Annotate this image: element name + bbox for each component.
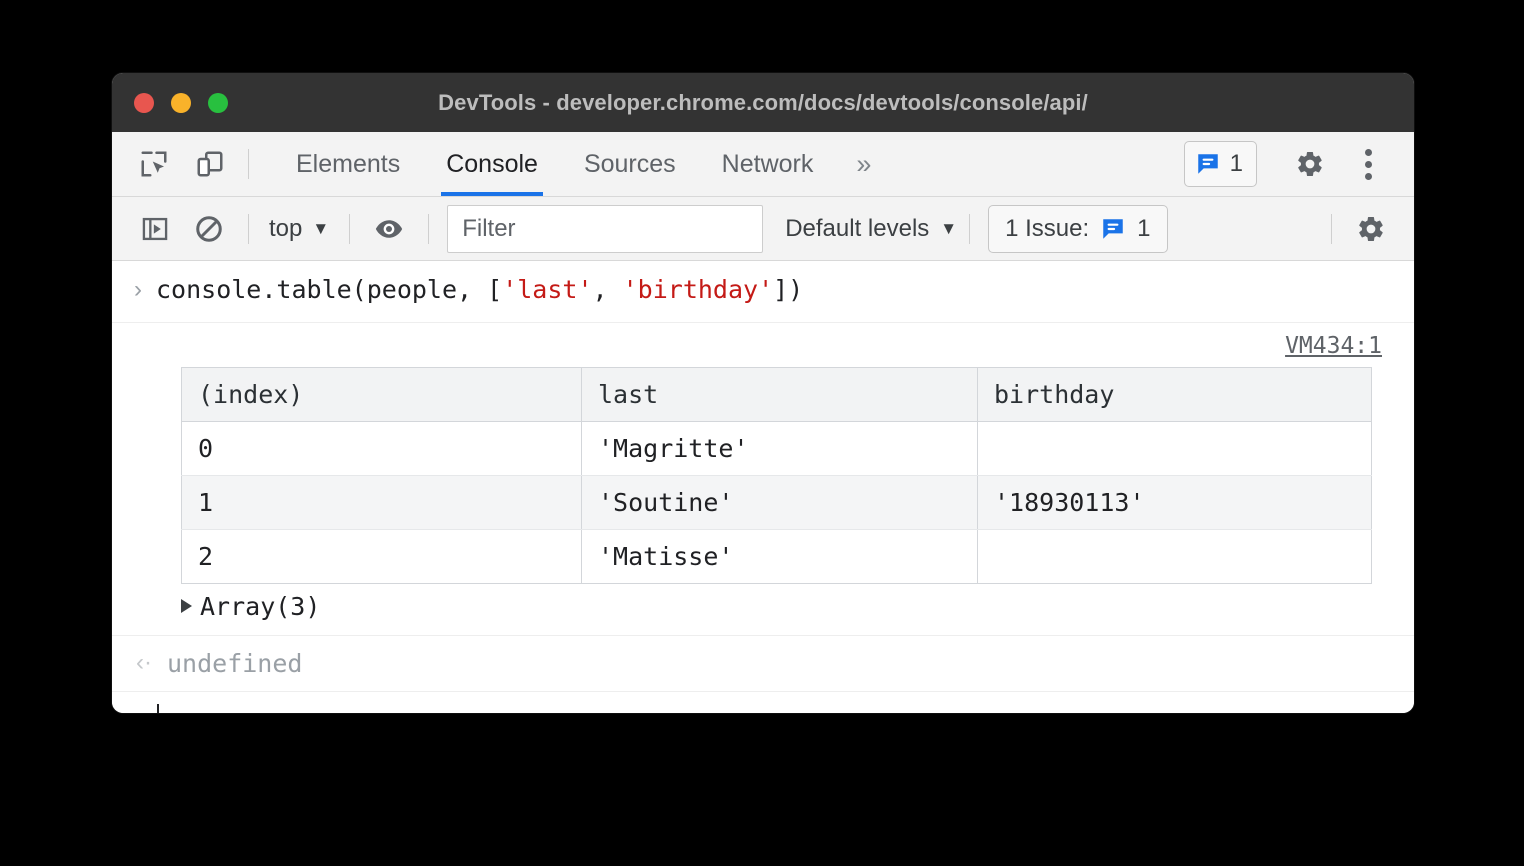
cell-birthday: [978, 529, 1372, 583]
column-header-birthday[interactable]: birthday: [978, 367, 1372, 421]
cell-index: 0: [182, 421, 582, 475]
console-command-text: console.table(people, ['last', 'birthday…: [156, 273, 803, 307]
console-sidebar-icon[interactable]: [128, 202, 182, 256]
log-levels-dropdown[interactable]: Default levels ▼: [785, 215, 957, 243]
console-table-result: VM434:1 (index) last birthday 0: [112, 323, 1414, 636]
expand-triangle-icon[interactable]: [181, 599, 192, 613]
console-table-wrapper: (index) last birthday 0 'Magritte': [134, 323, 1414, 584]
execution-context-dropdown[interactable]: top ▼: [261, 215, 337, 243]
cell-last: 'Soutine': [582, 475, 978, 529]
table-row: 2 'Matisse': [182, 529, 1372, 583]
cell-last: 'Matisse': [582, 529, 978, 583]
log-levels-label: Default levels: [785, 215, 929, 243]
issues-badge-count: 1: [1230, 150, 1243, 178]
execution-context-label: top: [269, 215, 302, 243]
gear-icon[interactable]: [1282, 136, 1338, 192]
chevron-down-icon: ▼: [940, 220, 957, 237]
kebab-menu-icon[interactable]: [1340, 136, 1396, 192]
close-button[interactable]: [134, 93, 154, 113]
filter-placeholder: Filter: [462, 215, 515, 243]
more-tabs-chevron-icon[interactable]: »: [836, 132, 891, 196]
device-toolbar-icon[interactable]: [182, 132, 238, 196]
window-controls: [134, 93, 228, 113]
live-expression-eye-icon[interactable]: [362, 202, 416, 256]
console-output: › console.table(people, ['last', 'birthd…: [112, 261, 1414, 713]
devtools-tabbar: Elements Console Sources Network » 1: [112, 132, 1414, 197]
toolbar-divider-2: [349, 214, 350, 244]
text-cursor: [157, 704, 159, 713]
minimize-button[interactable]: [171, 93, 191, 113]
array-summary-row[interactable]: Array(3): [134, 584, 1414, 635]
window-titlebar: DevTools - developer.chrome.com/docs/dev…: [112, 73, 1414, 132]
cell-birthday: '18930113': [978, 475, 1372, 529]
toolbar-divider-5: [1331, 214, 1332, 244]
column-header-index[interactable]: (index): [182, 367, 582, 421]
prompt-chevron-icon: ›: [134, 704, 143, 713]
panel-tabs: Elements Console Sources Network »: [273, 132, 891, 196]
screenshot-root: DevTools - developer.chrome.com/docs/dev…: [0, 0, 1524, 866]
cell-birthday: [978, 421, 1372, 475]
tab-elements[interactable]: Elements: [273, 132, 423, 196]
console-return-row: ‹· undefined: [112, 636, 1414, 692]
console-toolbar-actions: [1319, 202, 1414, 256]
message-bubble-icon: [1100, 216, 1126, 242]
toolbar-divider-4: [969, 214, 970, 244]
column-header-last[interactable]: last: [582, 367, 978, 421]
devtools-window: DevTools - developer.chrome.com/docs/dev…: [112, 73, 1414, 713]
console-table: (index) last birthday 0 'Magritte': [181, 367, 1372, 584]
input-chevron-icon: ›: [134, 273, 142, 308]
tab-network[interactable]: Network: [699, 132, 837, 196]
chevron-down-icon: ▼: [312, 220, 329, 237]
tab-console[interactable]: Console: [423, 132, 561, 196]
output-chevron-icon: ‹·: [136, 649, 152, 677]
tabbar-actions: 1: [1184, 132, 1414, 196]
filter-input[interactable]: Filter: [447, 205, 763, 253]
cell-index: 2: [182, 529, 582, 583]
console-return-value: undefined: [167, 649, 302, 678]
command-arg-2: 'birthday': [623, 275, 774, 304]
cell-last: 'Magritte': [582, 421, 978, 475]
tabbar-divider: [248, 149, 249, 179]
gear-icon[interactable]: [1344, 202, 1398, 256]
table-header-row: (index) last birthday: [182, 367, 1372, 421]
console-command-row: › console.table(people, ['last', 'birthd…: [112, 261, 1414, 323]
issues-counter-label: 1 Issue:: [1005, 215, 1089, 243]
clear-console-icon[interactable]: [182, 202, 236, 256]
toolbar-divider-1: [248, 214, 249, 244]
window-title: DevTools - developer.chrome.com/docs/dev…: [112, 90, 1414, 116]
issues-counter-count: 1: [1137, 215, 1150, 243]
issues-badge[interactable]: 1: [1184, 141, 1257, 187]
command-separator: ,: [593, 275, 623, 304]
console-toolbar: top ▼ Filter Default levels ▼ 1: [112, 197, 1414, 261]
table-row: 1 'Soutine' '18930113': [182, 475, 1372, 529]
tab-sources[interactable]: Sources: [561, 132, 699, 196]
command-prefix: console.table(people, [: [156, 275, 502, 304]
source-link[interactable]: VM434:1: [1285, 333, 1382, 359]
console-input-row[interactable]: ›: [112, 692, 1414, 713]
message-bubble-icon: [1195, 151, 1221, 177]
maximize-button[interactable]: [208, 93, 228, 113]
command-suffix: ]): [773, 275, 803, 304]
array-summary-label: Array(3): [200, 592, 320, 621]
issues-counter[interactable]: 1 Issue: 1: [988, 205, 1167, 253]
inspect-element-icon[interactable]: [126, 132, 182, 196]
cell-index: 1: [182, 475, 582, 529]
toolbar-divider-3: [428, 214, 429, 244]
table-row: 0 'Magritte': [182, 421, 1372, 475]
command-arg-1: 'last': [502, 275, 592, 304]
